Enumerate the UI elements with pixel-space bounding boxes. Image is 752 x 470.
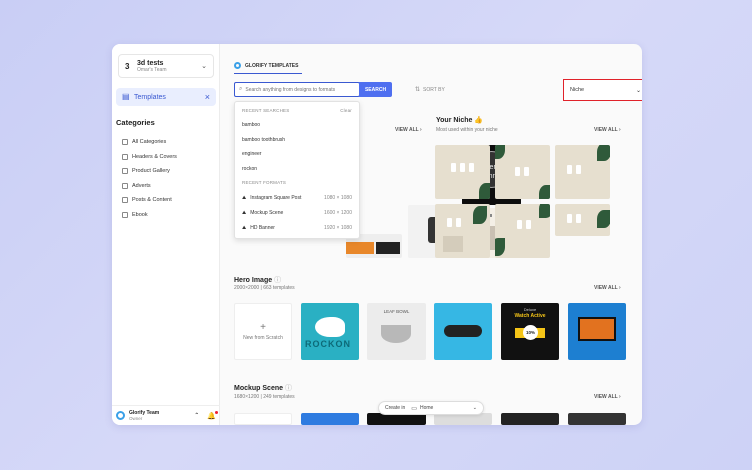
sidebar-item-templates[interactable]: ▤ Templates ×	[116, 88, 216, 106]
category-list: All Categories Headers & Covers Product …	[122, 135, 177, 222]
recent-format-item[interactable]: ⛰ HD Banner 1920 × 1080	[242, 220, 352, 235]
search-box: ⌕	[234, 82, 360, 97]
chevron-up-icon[interactable]: ⌃	[194, 412, 199, 419]
chevron-down-icon: ⌄	[635, 87, 641, 94]
niche-select[interactable]: Niche ⌄	[563, 79, 642, 101]
watch-title: Watch Active	[514, 313, 546, 319]
team-name: 3d tests	[137, 59, 164, 67]
template-thumbnail[interactable]: ROCKON	[301, 303, 359, 360]
templates-icon: ▤	[122, 92, 130, 101]
main-content: GLORIFY TEMPLATES ⌕ SEARCH ⇅ SORT BY Nic…	[220, 44, 642, 425]
chevron-down-icon: ⌄	[201, 63, 207, 70]
template-thumbnail[interactable]	[301, 413, 359, 425]
section-subtitle-niche: Most used within your niche	[436, 127, 498, 133]
team-number: 3	[125, 61, 130, 71]
view-all-link[interactable]: VIEW ALL ›	[594, 127, 621, 133]
tab-glorify-templates[interactable]: GLORIFY TEMPLATES	[234, 58, 303, 74]
sort-icon: ⇅	[415, 87, 421, 93]
search-icon: ⌕	[239, 86, 243, 92]
glorify-logo-icon	[234, 62, 241, 69]
new-from-scratch-button[interactable]: + New from Scratch	[234, 303, 292, 360]
template-thumbnail[interactable]	[555, 145, 610, 199]
image-icon: ⛰	[242, 224, 247, 231]
image-icon: ⛰	[242, 209, 247, 216]
discount-badge: 10%	[523, 325, 538, 340]
sidebar-item-label: Templates	[134, 93, 166, 101]
folder-icon: ▭	[411, 405, 417, 412]
checkbox[interactable]	[122, 211, 128, 218]
chevron-down-icon: ⌄	[472, 405, 477, 411]
checkbox[interactable]	[122, 197, 128, 204]
app-window: 3 3d tests Omar's Team ⌄ ▤ Templates × C…	[112, 44, 642, 425]
recent-search-item[interactable]: bamboo	[242, 118, 352, 133]
category-item[interactable]: Adverts	[122, 179, 177, 194]
checkbox[interactable]	[122, 153, 128, 160]
checkbox[interactable]	[122, 168, 128, 175]
image-icon: ⛰	[242, 194, 247, 201]
category-item[interactable]: Headers & Covers	[122, 150, 177, 165]
view-all-link[interactable]: VIEW ALL ›	[594, 285, 621, 291]
template-thumbnail[interactable]	[495, 204, 550, 258]
glorify-logo-icon	[116, 411, 125, 420]
plus-icon: +	[260, 321, 266, 333]
section-subtitle-hero: 2000×2000 | 663 templates	[234, 285, 295, 291]
info-icon: ⓘ	[274, 277, 282, 284]
template-thumbnail[interactable]	[234, 413, 292, 425]
user-role: Owner	[129, 416, 143, 421]
template-thumbnail[interactable]	[435, 204, 490, 258]
team-owner: Omar's Team	[137, 66, 167, 73]
view-all-link[interactable]: VIEW ALL ›	[395, 127, 422, 133]
section-title-niche: Your Niche 👍	[436, 117, 484, 124]
leaf-bowl-title: LEAF BOWL	[383, 309, 410, 314]
template-thumbnail[interactable]	[434, 303, 492, 360]
template-thumbnail[interactable]	[568, 303, 626, 360]
sort-by-label: ⇅ SORT BY	[415, 86, 445, 94]
template-thumbnail[interactable]: Deluxe Watch Active 10%	[501, 303, 559, 360]
recent-searches-label: RECENT SEARCHES	[242, 108, 290, 113]
recent-formats-label: RECENT FORMATS	[242, 180, 287, 185]
clear-button[interactable]: Clear	[340, 108, 352, 113]
section-title-mockup: Mockup Scene ⓘ	[234, 385, 292, 392]
bell-icon[interactable]: 🔔	[207, 410, 218, 420]
section-title-hero: Hero Image ⓘ	[234, 277, 282, 284]
recent-format-item[interactable]: ⛰ Mockup Scene 1600 × 1200	[242, 205, 352, 220]
category-item[interactable]: Posts & Content	[122, 193, 177, 208]
search-dropdown: RECENT SEARCHES Clear bamboo bamboo toot…	[234, 101, 360, 239]
info-icon: ⓘ	[284, 385, 292, 392]
category-item[interactable]: All Categories	[122, 135, 177, 150]
create-in-selector[interactable]: Create in ▭ Home ⌄	[378, 401, 484, 415]
user-menu[interactable]: Glorify Team Owner ⌃ 🔔	[112, 405, 220, 425]
view-all-link[interactable]: VIEW ALL ›	[594, 394, 621, 400]
section-subtitle-mockup: 1680×1200 | 249 templates	[234, 394, 295, 400]
recent-search-item[interactable]: engineer	[242, 147, 352, 162]
category-item[interactable]: Ebook	[122, 208, 177, 223]
template-thumbnail[interactable]: LEAF BOWL	[367, 303, 426, 360]
recent-search-item[interactable]: rockon	[242, 162, 352, 177]
notification-dot	[215, 410, 218, 414]
template-thumbnail[interactable]	[501, 413, 559, 425]
close-icon[interactable]: ×	[205, 92, 210, 102]
recent-search-item[interactable]: bamboo toothbrush	[242, 133, 352, 148]
checkbox[interactable]	[122, 182, 128, 189]
template-thumbnail[interactable]	[495, 145, 550, 199]
category-item[interactable]: Product Gallery	[122, 164, 177, 179]
search-input[interactable]	[245, 86, 355, 93]
checkbox[interactable]	[122, 139, 128, 146]
template-thumbnail[interactable]	[568, 413, 626, 425]
template-thumbnail[interactable]	[435, 145, 490, 199]
sidebar: 3 3d tests Omar's Team ⌄ ▤ Templates × C…	[112, 44, 220, 425]
categories-title: Categories	[116, 118, 155, 127]
rockon-title: ROCKON	[305, 339, 351, 349]
team-switcher[interactable]: 3 3d tests Omar's Team ⌄	[118, 54, 214, 78]
recent-format-item[interactable]: ⛰ Instagram Square Post 1080 × 1080	[242, 190, 352, 205]
template-thumbnail[interactable]	[555, 204, 610, 236]
search-button[interactable]: SEARCH	[359, 82, 392, 97]
